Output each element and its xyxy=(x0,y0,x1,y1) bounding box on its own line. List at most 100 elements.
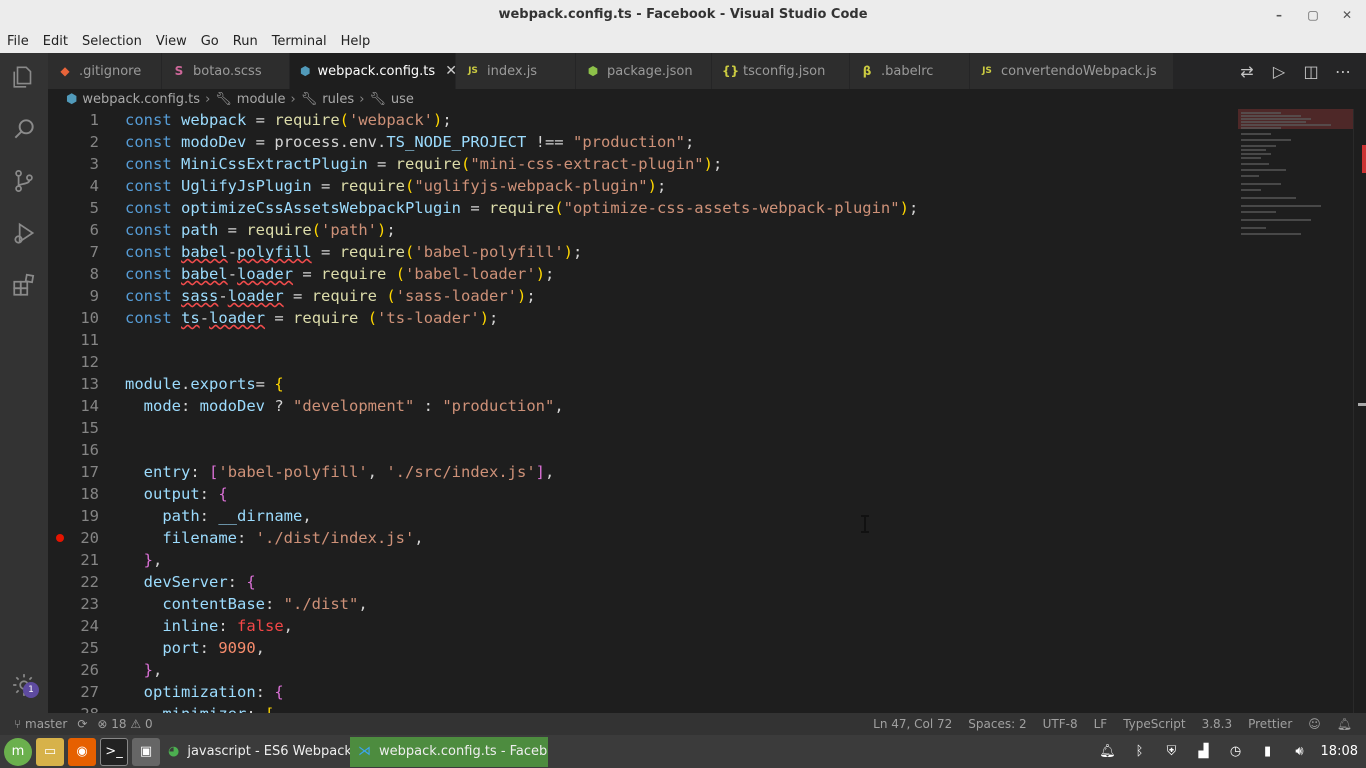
menu-view[interactable]: View xyxy=(149,34,194,49)
bell-icon[interactable]: 🔔︎ xyxy=(1337,717,1352,731)
extensions-icon[interactable] xyxy=(0,261,48,309)
tab-label: .gitignore xyxy=(79,63,142,79)
volume-icon[interactable]: 🔊︎ xyxy=(1289,741,1311,763)
indentation[interactable]: Spaces: 2 xyxy=(968,717,1026,731)
code-text: minimizer: [ xyxy=(125,703,274,713)
code-text: const MiniCssExtractPlugin = require("mi… xyxy=(125,155,723,173)
line-number: 17 xyxy=(80,463,99,481)
menu-run[interactable]: Run xyxy=(226,34,265,49)
tab-convertendo-webpack[interactable]: JS convertendoWebpack.js xyxy=(970,53,1174,89)
wrench-icon: 🔧︎ xyxy=(215,91,232,107)
menu-terminal[interactable]: Terminal xyxy=(265,34,334,49)
mouse-cursor-icon xyxy=(861,515,870,533)
wrench-icon: 🔧︎ xyxy=(369,91,386,107)
battery-icon[interactable]: ▮ xyxy=(1257,741,1279,763)
tab-label: webpack.config.ts xyxy=(317,63,436,79)
scrollbar-cursor-marker xyxy=(1358,403,1366,406)
close-window-button[interactable]: ✕ xyxy=(1340,8,1354,22)
cursor-position[interactable]: Ln 47, Col 72 xyxy=(873,717,952,731)
network-icon[interactable]: ▟ xyxy=(1193,741,1215,763)
source-control-icon[interactable] xyxy=(0,157,48,205)
tab-webpack-config[interactable]: ⬢ webpack.config.ts ✕ xyxy=(290,53,457,89)
code-text: const optimizeCssAssetsWebpackPlugin = r… xyxy=(125,199,919,217)
language-mode[interactable]: TypeScript xyxy=(1123,717,1185,731)
code-text: contentBase: "./dist", xyxy=(162,595,368,613)
ts-version[interactable]: 3.8.3 xyxy=(1202,717,1233,731)
app-window-icon[interactable]: ▣ xyxy=(132,737,160,766)
menu-file[interactable]: File xyxy=(0,34,36,49)
tab-gitignore[interactable]: ◆ .gitignore xyxy=(48,53,162,89)
more-icon[interactable]: ⋯ xyxy=(1334,62,1352,81)
line-number: 8 xyxy=(89,265,99,283)
line-ending[interactable]: LF xyxy=(1094,717,1108,731)
breadcrumb-use[interactable]: use xyxy=(391,92,414,107)
shield-icon[interactable]: ⛨ xyxy=(1161,741,1183,763)
minimize-button[interactable]: – xyxy=(1272,8,1286,22)
tab-package-json[interactable]: ⬢ package.json xyxy=(576,53,712,89)
line-number: 18 xyxy=(80,485,99,503)
manage-gear-icon[interactable]: 1 xyxy=(0,661,48,709)
clock-icon[interactable]: ◷ xyxy=(1225,741,1247,763)
split-editor-icon[interactable]: ◫ xyxy=(1302,62,1320,81)
task-vscode[interactable]: ⋊ webpack.config.ts - Faceb... xyxy=(350,736,548,767)
formatter[interactable]: Prettier xyxy=(1248,717,1292,731)
terminal-icon[interactable]: >_ xyxy=(100,737,128,766)
breadcrumb-rules[interactable]: rules xyxy=(322,92,354,107)
editor-scrollbar[interactable] xyxy=(1353,109,1366,713)
line-number: 9 xyxy=(89,287,99,305)
code-editor[interactable]: 1 const webpack = require('webpack'); 2 co… xyxy=(48,109,1238,713)
mint-menu-icon[interactable]: m xyxy=(4,737,32,766)
menu-selection[interactable]: Selection xyxy=(75,34,149,49)
error-icon: ⊗ xyxy=(97,717,112,731)
explorer-icon[interactable] xyxy=(0,53,48,101)
line-number: 5 xyxy=(89,199,99,217)
breadcrumb-file[interactable]: webpack.config.ts xyxy=(82,92,200,107)
clock-time[interactable]: 18:08 xyxy=(1321,744,1358,759)
js-file-icon: JS xyxy=(982,66,992,76)
code-text: entry: ['babel-polyfill', './src/index.j… xyxy=(143,463,555,481)
code-text: devServer: { xyxy=(143,573,256,591)
tab-tsconfig-json[interactable]: {} tsconfig.json xyxy=(712,53,850,89)
task-chrome[interactable]: ◕ javascript - ES6 Webpack R... xyxy=(160,737,350,767)
minimap[interactable] xyxy=(1238,109,1353,713)
branch-indicator[interactable]: ⑂ master xyxy=(14,717,67,731)
line-number: 25 xyxy=(80,639,99,657)
search-icon[interactable] xyxy=(0,105,48,153)
compare-icon[interactable]: ⇄ xyxy=(1238,62,1256,81)
code-line: 14 mode: modoDev ? "development" : "prod… xyxy=(48,395,1238,417)
status-bar: ⑂ master ⟳ ⊗ 18 ⚠ 0 Ln 47, Col 72 Spaces… xyxy=(0,713,1366,735)
firefox-icon[interactable]: ◉ xyxy=(68,737,96,766)
code-text: const sass-loader = require ('sass-loade… xyxy=(125,287,536,305)
code-text: }, xyxy=(143,551,163,569)
menu-go[interactable]: Go xyxy=(194,34,226,49)
git-branch-icon: ⑂ xyxy=(14,717,26,731)
vscode-icon: ⋊ xyxy=(358,744,371,759)
notifications-icon[interactable]: 🔔︎ xyxy=(1097,741,1119,763)
sync-icon[interactable]: ⟳ xyxy=(77,717,87,731)
code-line: 5 const optimizeCssAssetsWebpackPlugin = … xyxy=(48,197,1238,219)
breadcrumb-module[interactable]: module xyxy=(237,92,286,107)
json-file-icon: {} xyxy=(722,64,740,78)
taskbar: m ▭ ◉ >_ ▣ ◕ javascript - ES6 Webpack R.… xyxy=(0,735,1366,768)
bluetooth-icon[interactable]: ᛒ xyxy=(1129,741,1151,763)
line-number: 3 xyxy=(89,155,99,173)
menu-help[interactable]: Help xyxy=(334,34,378,49)
feedback-icon[interactable]: ☺ xyxy=(1308,717,1321,731)
tab-index-js[interactable]: JS index.js xyxy=(456,53,576,89)
maximize-button[interactable]: ▢ xyxy=(1306,8,1320,22)
problems-indicator[interactable]: ⊗ 18 ⚠ 0 xyxy=(97,717,152,731)
code-line: 4 const UglifyJsPlugin = require("uglifyj… xyxy=(48,175,1238,197)
run-debug-icon[interactable] xyxy=(0,209,48,257)
line-number: 23 xyxy=(80,595,99,613)
code-text: optimization: { xyxy=(143,683,284,701)
encoding[interactable]: UTF-8 xyxy=(1043,717,1078,731)
node-file-icon: ⬢ xyxy=(587,64,599,78)
tab-botao-scss[interactable]: S botao.scss xyxy=(162,53,290,89)
window-controls: – ▢ ✕ xyxy=(1272,0,1354,29)
chrome-icon: ◕ xyxy=(168,744,180,759)
menu-edit[interactable]: Edit xyxy=(36,34,75,49)
line-number: 20 xyxy=(80,529,99,547)
tab-babelrc[interactable]: β .babelrc xyxy=(850,53,970,89)
files-icon[interactable]: ▭ xyxy=(36,737,64,766)
run-icon[interactable]: ▷ xyxy=(1270,62,1288,81)
